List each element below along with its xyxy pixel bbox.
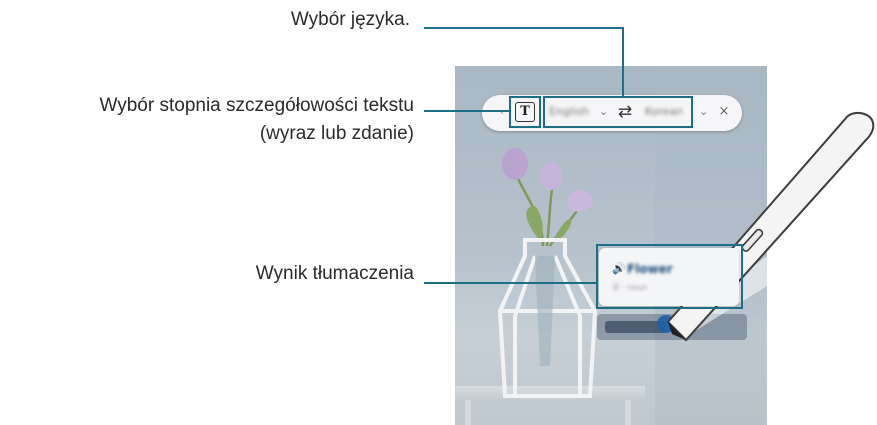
callout-granularity-line1: Wybór stopnia szczegółowości tekstu: [99, 95, 414, 116]
callout-language-selection: Wybór języka.: [220, 6, 410, 34]
result-highlight-frame: [596, 244, 743, 309]
callout-text-granularity: Wybór stopnia szczegółowości tekstu (wyr…: [0, 92, 414, 148]
callout-translation-result: Wynik tłumaczenia: [150, 260, 414, 288]
drag-handle-icon[interactable]: ‹: [494, 104, 510, 120]
callout-result-text: Wynik tłumaczenia: [255, 263, 414, 284]
close-icon[interactable]: ×: [716, 104, 732, 120]
leader-granularity: [424, 110, 510, 112]
granularity-highlight-frame: [509, 96, 541, 128]
target-chevron-down-icon[interactable]: ⌄: [699, 104, 708, 120]
callout-language-text: Wybór języka.: [290, 9, 410, 30]
leader-result: [424, 282, 598, 284]
leader-language-v: [622, 27, 624, 97]
callout-granularity-line2: (wyraz lub zdanie): [259, 123, 414, 144]
language-highlight-frame: [543, 96, 693, 128]
leader-language-h: [424, 27, 624, 29]
